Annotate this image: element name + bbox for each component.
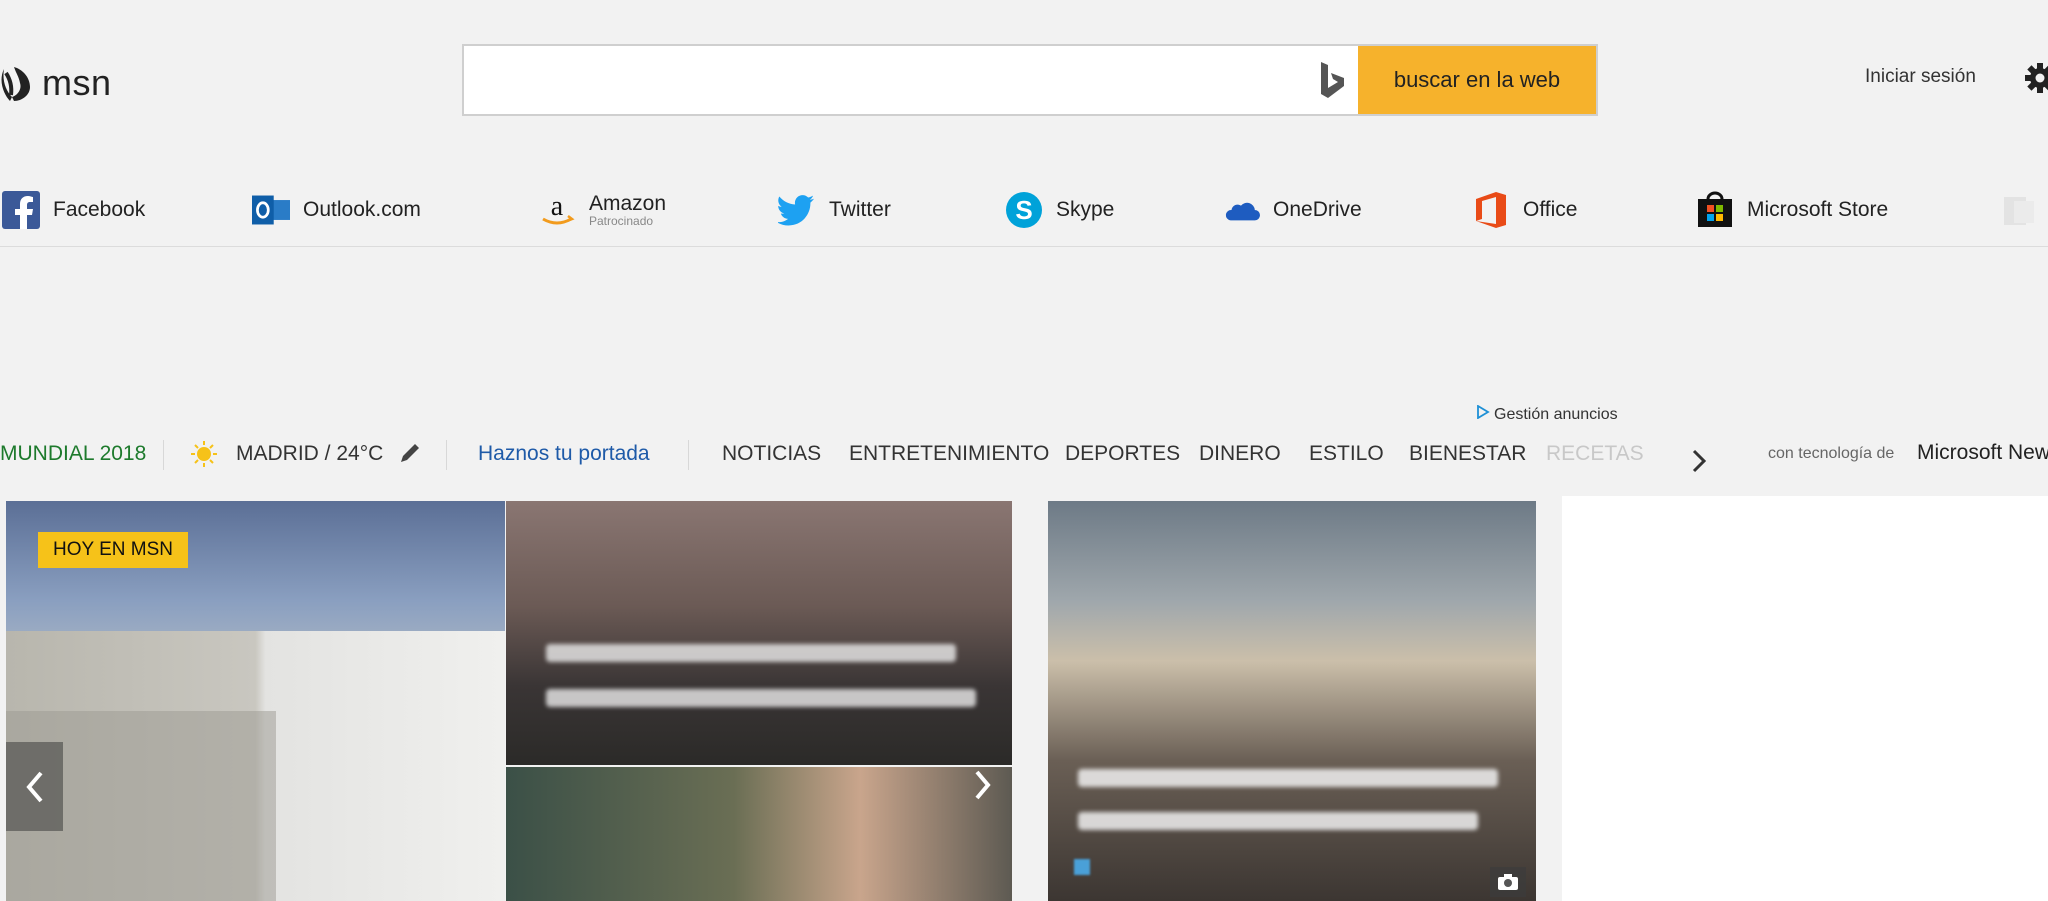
category-nav: MUNDIAL 2018 MADRID / 24°C Haznos tu por… <box>0 436 2048 474</box>
msn-logo[interactable]: msn <box>0 58 112 108</box>
powered-by-brand[interactable]: Microsoft News <box>1917 441 2048 465</box>
nav-entretenimiento[interactable]: ENTRETENIMIENTO <box>849 442 1049 466</box>
ad-choices-link[interactable]: Gestión anuncios <box>1476 404 1618 424</box>
quick-link-label: OneDrive <box>1273 198 1362 221</box>
nav-recetas[interactable]: RECETAS <box>1546 442 1644 466</box>
quick-link-amazon[interactable]: a Amazon Patrocinado <box>538 182 666 238</box>
search-button[interactable]: buscar en la web <box>1358 46 1596 114</box>
quick-link-outlook[interactable]: Outlook.com <box>252 182 421 238</box>
search-box: buscar en la web <box>462 44 1598 116</box>
headline-blurred <box>1078 769 1498 787</box>
headline-blurred <box>546 644 956 662</box>
quick-link-skype[interactable]: S Skype <box>1005 182 1114 238</box>
logo-text: msn <box>42 62 112 103</box>
facebook-icon <box>2 191 40 229</box>
amazon-icon: a <box>538 191 576 229</box>
chevron-right-icon[interactable] <box>1690 448 1708 481</box>
faded-app-icon <box>2000 191 2038 229</box>
nav-separator <box>446 440 447 470</box>
ad-choices-label: Gestión anuncios <box>1494 405 1618 423</box>
edit-pencil-icon[interactable] <box>398 441 422 471</box>
onedrive-icon <box>1222 191 1260 229</box>
quick-link-label: Amazon <box>589 192 667 215</box>
nav-separator <box>688 440 689 470</box>
quick-link-label: Facebook <box>53 198 146 221</box>
nav-world-cup[interactable]: MUNDIAL 2018 <box>0 442 146 466</box>
today-badge: HOY EN MSN <box>38 532 189 568</box>
make-homepage-link[interactable]: Haznos tu portada <box>478 442 650 466</box>
outlook-icon <box>252 191 290 229</box>
skype-icon: S <box>1005 191 1043 229</box>
hero-story-top[interactable] <box>506 501 1012 765</box>
story-source-blurred <box>1074 859 1090 875</box>
quick-link-facebook[interactable]: Facebook <box>2 182 145 238</box>
divider <box>0 246 2048 247</box>
store-icon <box>1696 191 1734 229</box>
carousel-prev-button[interactable] <box>6 742 63 831</box>
hero-story-bottom[interactable] <box>506 767 1012 901</box>
nav-noticias[interactable]: NOTICIAS <box>722 442 821 466</box>
quick-link-label: Twitter <box>829 198 891 221</box>
quick-link-label: Office <box>1523 198 1578 221</box>
headline-blurred <box>546 689 976 707</box>
svg-text:a: a <box>551 191 564 222</box>
quick-link-label: Outlook.com <box>303 198 421 221</box>
quick-link-onedrive[interactable]: OneDrive <box>1222 182 1362 238</box>
signin-link[interactable]: Iniciar sesión <box>1865 66 1976 88</box>
bing-icon <box>1306 46 1358 114</box>
quick-link-label: Microsoft Store <box>1747 198 1889 221</box>
quick-links-bar: Facebook Outlook.com a Amazon Patrocinad… <box>0 182 2048 238</box>
quick-link-microsoft-store[interactable]: Microsoft Store <box>1696 182 1888 238</box>
svg-text:S: S <box>1015 195 1032 225</box>
quick-link-label: Skype <box>1056 198 1115 221</box>
hero-main-story[interactable]: HOY EN MSN <box>6 501 505 901</box>
quick-link-faded-icon[interactable] <box>2000 182 2038 238</box>
camera-icon <box>1490 867 1526 897</box>
side-panel <box>1562 496 2048 901</box>
nav-separator <box>163 440 164 470</box>
ad-choices-icon <box>1476 404 1490 424</box>
search-input[interactable] <box>464 46 1306 114</box>
nav-dinero[interactable]: DINERO <box>1199 442 1281 466</box>
nav-deportes[interactable]: DEPORTES <box>1065 442 1180 466</box>
quick-link-twitter[interactable]: Twitter <box>778 182 891 238</box>
powered-by-label: con tecnología de <box>1768 445 1895 462</box>
source-logo-icon <box>1074 859 1090 875</box>
headline-blurred <box>1078 812 1478 830</box>
twitter-icon <box>778 191 816 229</box>
office-icon <box>1472 191 1510 229</box>
nav-estilo[interactable]: ESTILO <box>1309 442 1384 466</box>
carousel-next-button[interactable] <box>958 760 1008 810</box>
weather-location[interactable]: MADRID / 24°C <box>236 442 383 466</box>
sun-icon <box>190 440 218 474</box>
butterfly-logo-icon <box>0 61 34 105</box>
news-story-card[interactable] <box>1048 501 1536 901</box>
sponsored-label: Patrocinado <box>589 214 654 228</box>
nav-bienestar[interactable]: BIENESTAR <box>1409 442 1526 466</box>
quick-link-office[interactable]: Office <box>1472 182 1577 238</box>
gear-icon[interactable] <box>2022 60 2048 96</box>
